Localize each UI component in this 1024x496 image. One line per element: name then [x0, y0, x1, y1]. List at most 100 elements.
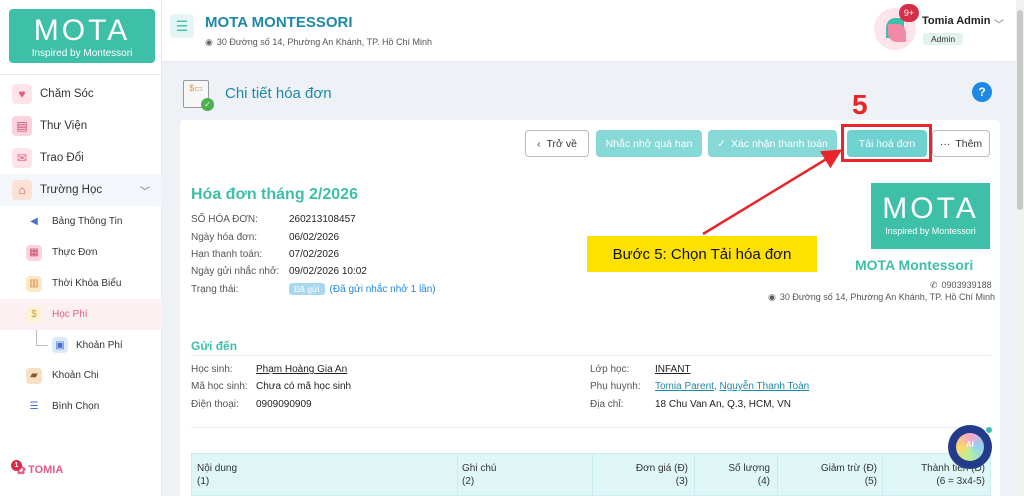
ai-assistant-button[interactable]: AI: [948, 425, 993, 469]
confirm-payment-button[interactable]: ✓ Xác nhận thanh toán: [708, 130, 837, 157]
sidebar-item-khoan-chi[interactable]: ▰ Khoản Chi: [0, 360, 162, 391]
sidebar-item-label: Bảng Thông Tin: [52, 216, 123, 227]
send-to-title: Gửi đến: [191, 339, 238, 353]
brand-logo-text: MOTA: [882, 192, 979, 225]
column-name: Ghi chú: [462, 463, 497, 474]
logo-tagline: Inspired by Montessori: [31, 48, 133, 59]
field-value: Chưa có mã học sinh: [256, 381, 352, 392]
field-value: 18 Chu Van An, Q.3, HCM, VN: [655, 399, 791, 410]
field-value: 07/02/2026: [289, 249, 340, 260]
invoice-title: Hóa đơn tháng 2/2026: [191, 186, 358, 203]
field-label: Ngày gửi nhắc nhở:: [191, 266, 280, 277]
sidebar-item-hoc-phi[interactable]: $ Học Phí: [0, 299, 162, 330]
more-icon: ···: [939, 137, 951, 150]
sidebar: MOTA Inspired by Montessori ♥ Chăm Sóc ▤…: [0, 0, 162, 496]
parent-links: Tomia Parent, Nguyễn Thanh Toàn: [655, 381, 810, 392]
field-label: Điện thoại:: [191, 399, 239, 410]
column-name: Đơn giá (Đ): [635, 463, 688, 474]
field-label: Trạng thái:: [191, 284, 239, 295]
user-name[interactable]: Tomia Admin: [922, 15, 990, 27]
invoice-icon: $▭ ✓: [183, 80, 214, 111]
notification-badge[interactable]: 9+: [899, 4, 919, 22]
column-name: Nội dung: [197, 463, 238, 474]
sidebar-item-thuc-don[interactable]: ▦ Thực Đơn: [0, 237, 162, 268]
parent-link[interactable]: Tomia Parent: [655, 381, 714, 392]
highlight-box: [841, 124, 932, 162]
field-label: SỐ HÓA ĐƠN:: [191, 214, 258, 225]
column-number: (2): [462, 476, 475, 487]
page-scrollbar[interactable]: [1016, 0, 1024, 496]
sidebar-item-thoi-khoa-bieu[interactable]: ▥ Thời Khóa Biểu: [0, 268, 162, 299]
care-icon: ♥: [12, 84, 32, 104]
status-note: (Đã gửi nhắc nhở 1 lần): [329, 284, 436, 295]
field-value: 0909090909: [256, 399, 312, 410]
sidebar-item-label: Thời Khóa Biểu: [52, 278, 122, 289]
sidebar-divider: [0, 74, 162, 75]
chat-icon: ✉: [12, 148, 32, 168]
brand-logo-tagline: Inspired by Montessori: [885, 226, 976, 236]
chevron-down-icon[interactable]: ﹀: [994, 16, 1004, 31]
field-label: Lớp học:: [590, 364, 630, 375]
tomia-badge: 1: [11, 460, 22, 471]
logo-text: MOTA: [33, 14, 131, 47]
sidebar-item-khoan-phi[interactable]: ▣ Khoản Phí: [0, 330, 162, 360]
table-header-note: Ghi chú (2): [462, 462, 496, 488]
menu-toggle-icon[interactable]: ☰: [170, 14, 194, 38]
table-header-discount: Giảm trừ (Đ) (5): [821, 462, 877, 488]
more-button[interactable]: ··· Thêm: [932, 130, 990, 157]
status-badge: Đã gửi: [289, 283, 325, 295]
sidebar-item-cham-soc[interactable]: ♥ Chăm Sóc: [0, 78, 162, 110]
help-icon[interactable]: ?: [972, 82, 992, 102]
column-divider: [592, 454, 593, 496]
location-pin-icon: ◉: [205, 37, 213, 47]
sidebar-item-bang-thong-tin[interactable]: ◀ Bảng Thông Tin: [0, 206, 162, 237]
phone-icon: ✆: [930, 280, 938, 290]
sidebar-item-binh-chon[interactable]: ☰ Bình Chọn: [0, 391, 162, 422]
sidebar-item-truong-hoc[interactable]: ⌂ Trường Học ﹀: [0, 174, 162, 206]
sidebar-item-label: Khoản Phí: [76, 339, 123, 351]
field-label: Ngày hóa đơn:: [191, 232, 258, 243]
parent-link[interactable]: Nguyễn Thanh Toàn: [719, 381, 809, 392]
library-icon: ▤: [12, 116, 32, 136]
fee-icon: ▣: [52, 337, 68, 353]
column-number: (6 = 3x4-5): [936, 476, 985, 487]
tomia-brand[interactable]: 1 ✿ TOMIA: [10, 460, 63, 477]
brand-logo: MOTA Inspired by Montessori: [871, 183, 990, 249]
brand-address: ◉ 30 Đường số 14, Phường An Khánh, TP. Hồ…: [768, 292, 995, 303]
sidebar-item-thu-vien[interactable]: ▤ Thư Viện: [0, 110, 162, 142]
back-button[interactable]: ‹ Trở về: [525, 130, 589, 157]
field-label: Địa chỉ:: [590, 399, 624, 410]
confirm-label: Xác nhận thanh toán: [730, 137, 828, 150]
scrollbar-thumb[interactable]: [1017, 10, 1023, 210]
avatar-leaf-pink: [888, 24, 906, 42]
sidebar-item-label: Thư Viện: [40, 120, 88, 132]
sidebar-item-label: Trường Học: [40, 184, 103, 196]
column-divider: [457, 454, 458, 496]
sidebar-item-label: Chăm Sóc: [40, 88, 94, 100]
user-role-badge: Admin: [923, 33, 964, 45]
field-label: Hạn thanh toán:: [191, 249, 263, 260]
remind-overdue-button[interactable]: Nhắc nhở quá hạn: [596, 130, 702, 157]
table-header-quantity: Số lượng (4): [728, 462, 770, 488]
field-value: 06/02/2026: [289, 232, 340, 243]
check-icon: ✓: [201, 98, 214, 111]
location-pin-icon: ◉: [768, 292, 776, 302]
tree-connector: [36, 330, 48, 346]
sidebar-item-trao-doi[interactable]: ✉ Trao Đổi: [0, 142, 162, 174]
step-callout: Bước 5: Chọn Tải hóa đơn: [587, 236, 817, 272]
column-number: (4): [757, 476, 770, 487]
class-link[interactable]: INFANT: [655, 364, 691, 375]
field-value: 09/02/2026 10:02: [289, 266, 367, 277]
mota-logo[interactable]: MOTA Inspired by Montessori: [9, 9, 155, 63]
sidebar-item-label: Khoản Chi: [52, 370, 99, 381]
column-divider: [694, 454, 695, 496]
sidebar-item-label: Bình Chọn: [52, 401, 100, 412]
online-indicator: [985, 426, 993, 434]
student-link[interactable]: Phạm Hoàng Gia An: [256, 364, 347, 375]
invoice-items-table: Nội dung (1) Ghi chú (2) Đơn giá (Đ) (3) Số…: [191, 453, 991, 496]
send-to-divider: [191, 355, 991, 356]
column-divider: [777, 454, 778, 496]
brand-phone-text: 0903939188: [941, 280, 992, 290]
poll-icon: ☰: [29, 401, 39, 412]
school-address-text: 30 Đường số 14, Phường An Khánh, TP. Hồ …: [216, 37, 433, 47]
